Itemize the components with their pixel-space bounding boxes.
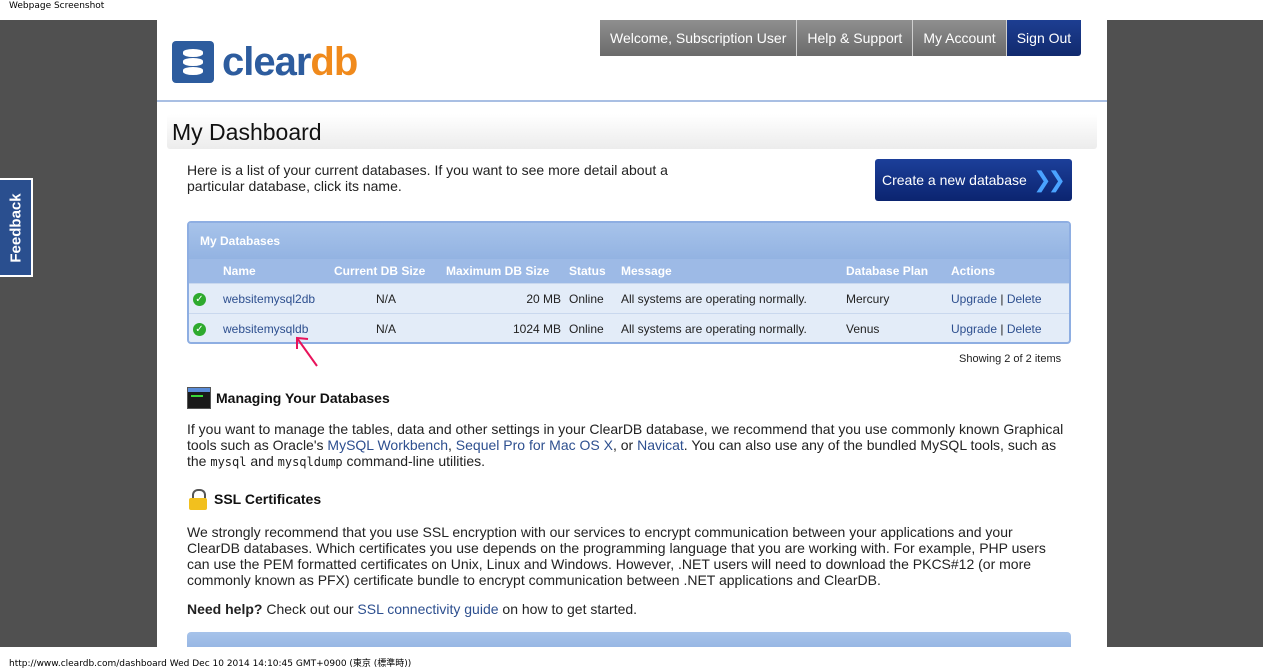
col-plan: Database Plan [842, 259, 947, 284]
table-header-row: Name Current DB Size Maximum DB Size Sta… [189, 259, 1069, 284]
browser-top-caption-bar: Webpage Screenshot [0, 0, 1263, 20]
check-circle-icon: ✓ [193, 293, 206, 306]
feedback-label: Feedback [7, 192, 24, 263]
terminal-icon [187, 387, 211, 409]
status-line: http://www.cleardb.com/dashboard Wed Dec… [9, 659, 412, 669]
feedback-tab[interactable]: Feedback [0, 178, 33, 277]
col-status: Status [565, 259, 617, 284]
message-cell: All systems are operating normally. [617, 283, 842, 314]
col-current-size: Current DB Size [330, 259, 442, 284]
ssl-heading: SSL Certificates [187, 489, 322, 510]
table-row: ✓ websitemysql2db N/A 20 MB Online All s… [189, 283, 1069, 314]
delete-link[interactable]: Delete [1007, 322, 1042, 336]
mysql-command: mysql [210, 455, 247, 469]
create-database-button[interactable]: Create a new database ❯❯ [875, 159, 1072, 201]
col-name: Name [219, 259, 330, 284]
browser-status-bar: http://www.cleardb.com/dashboard Wed Dec… [0, 647, 1263, 669]
managing-and: and [246, 453, 278, 469]
left-background [0, 20, 157, 647]
current-size-cell: N/A [330, 313, 442, 342]
databases-table: Name Current DB Size Maximum DB Size Sta… [189, 259, 1069, 342]
create-database-label: Create a new database [882, 172, 1027, 188]
my-databases-panel: My Databases Name Current DB Size Maximu… [187, 221, 1071, 344]
max-size-cell: 1024 MB [442, 313, 565, 342]
actions-cell: Upgrade | Delete [947, 313, 1069, 342]
logo-text-clear: clear [222, 40, 311, 84]
status-cell: Online [565, 313, 617, 342]
right-background [1107, 20, 1263, 647]
sequel-pro-link[interactable]: Sequel Pro for Mac OS X [456, 437, 613, 453]
next-panel-header [187, 632, 1071, 647]
welcome-user-button[interactable]: Welcome, Subscription User [600, 20, 798, 56]
logo-text-db: db [310, 40, 358, 84]
header: cleardb Welcome, Subscription User Help … [157, 20, 1107, 102]
items-count: Showing 2 of 2 items [959, 353, 1062, 365]
lock-icon [187, 489, 209, 510]
ssl-help-end: on how to get started. [498, 601, 638, 617]
managing-or: , or [612, 437, 638, 453]
page-title: My Dashboard [172, 119, 322, 145]
action-separator: | [1000, 291, 1004, 306]
navicat-link[interactable]: Navicat [637, 437, 684, 453]
status-ok-cell: ✓ [189, 283, 219, 314]
check-circle-icon: ✓ [193, 323, 206, 336]
top-nav: Welcome, Subscription User Help & Suppor… [600, 20, 1082, 56]
managing-text-3: command-line utilities. [342, 453, 486, 469]
db-name-link[interactable]: websitemysql2db [223, 292, 315, 306]
sign-out-button[interactable]: Sign Out [1006, 20, 1082, 56]
db-name-cell: websitemysql2db [219, 283, 330, 314]
my-databases-title: My Databases [189, 223, 1069, 259]
mysqldump-command: mysqldump [277, 455, 343, 469]
plan-cell: Venus [842, 313, 947, 342]
status-icon-col [189, 259, 219, 284]
my-account-button[interactable]: My Account [913, 20, 1007, 56]
ssl-paragraph: We strongly recommend that you use SSL e… [187, 524, 1046, 588]
pointer-arrow-icon [296, 336, 318, 367]
top-caption: Webpage Screenshot [9, 1, 105, 11]
double-chevron-right-icon: ❯❯ [1033, 167, 1066, 192]
page-content: cleardb Welcome, Subscription User Help … [157, 20, 1107, 647]
col-actions: Actions [947, 259, 1069, 284]
col-max-size: Maximum DB Size [442, 259, 565, 284]
actions-cell: Upgrade | Delete [947, 283, 1069, 314]
upgrade-link[interactable]: Upgrade [951, 322, 997, 336]
mysql-workbench-link[interactable]: MySQL Workbench [327, 437, 448, 453]
cleardb-logo[interactable]: cleardb [172, 40, 358, 84]
managing-paragraph: If you want to manage the tables, data a… [187, 421, 1067, 470]
managing-heading-text: Managing Your Databases [216, 390, 390, 406]
status-ok-cell: ✓ [189, 313, 219, 342]
status-cell: Online [565, 283, 617, 314]
intro-text: Here is a list of your current databases… [187, 162, 668, 194]
page-title-bar: My Dashboard [167, 114, 1097, 149]
action-separator: | [1000, 321, 1004, 336]
logo-text: cleardb [222, 40, 358, 84]
database-logo-icon [172, 41, 214, 83]
delete-link[interactable]: Delete [1007, 292, 1042, 306]
ssl-help-line: Need help? Check out our SSL connectivit… [187, 601, 1067, 617]
message-cell: All systems are operating normally. [617, 313, 842, 342]
ssl-guide-link[interactable]: SSL connectivity guide [357, 601, 498, 617]
plan-cell: Mercury [842, 283, 947, 314]
managing-comma: , [448, 437, 456, 453]
managing-heading: Managing Your Databases [187, 387, 390, 409]
upgrade-link[interactable]: Upgrade [951, 292, 997, 306]
ssl-help-text: Check out our [262, 601, 358, 617]
max-size-cell: 20 MB [442, 283, 565, 314]
need-help-label: Need help? [187, 601, 263, 617]
current-size-cell: N/A [330, 283, 442, 314]
col-message: Message [617, 259, 842, 284]
ssl-heading-text: SSL Certificates [214, 491, 322, 507]
help-support-button[interactable]: Help & Support [797, 20, 914, 56]
